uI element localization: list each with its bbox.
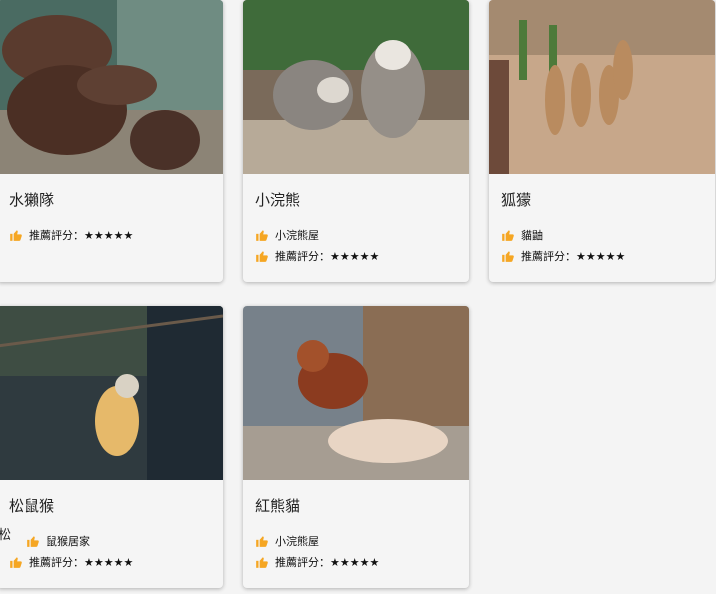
location-label: 小浣熊屋 bbox=[275, 534, 319, 548]
overflow-text: 松 bbox=[0, 528, 12, 543]
thumbs-up-icon bbox=[501, 249, 515, 263]
red-panda-photo[interactable] bbox=[243, 306, 469, 480]
squirrel-monkey-photo[interactable] bbox=[0, 306, 223, 480]
thumbs-up-icon bbox=[255, 534, 269, 548]
location-row: 貓鼬 bbox=[501, 224, 715, 245]
rating-label: 推薦評分：★★★★★ bbox=[275, 249, 380, 263]
thumbs-up-icon bbox=[501, 228, 515, 242]
otters-photo[interactable] bbox=[0, 0, 223, 174]
rating-label: 推薦評分：★★★★★ bbox=[29, 555, 134, 569]
rating-row: 推薦評分：★★★★★ bbox=[9, 224, 223, 245]
thumbs-up-icon bbox=[255, 249, 269, 263]
card-otters[interactable]: 水獺隊 推薦評分：★★★★★ bbox=[0, 0, 223, 282]
raccoon-photo[interactable] bbox=[243, 0, 469, 174]
card-red-panda[interactable]: 紅熊貓 小浣熊屋 推薦評分：★★★★★ bbox=[243, 306, 469, 588]
location-row: 鼠猴居家 bbox=[9, 530, 223, 551]
rating-label: 推薦評分：★★★★★ bbox=[275, 555, 380, 569]
thumbs-up-icon bbox=[9, 228, 23, 242]
card-squirrel-monkey[interactable]: 松鼠猴 鼠猴居家 推薦評分：★★★★★ bbox=[0, 306, 223, 588]
rating-row: 推薦評分：★★★★★ bbox=[9, 551, 223, 572]
card-title: 紅熊貓 bbox=[255, 497, 301, 515]
location-label: 鼠猴居家 bbox=[46, 534, 90, 548]
location-label: 貓鼬 bbox=[521, 228, 543, 242]
location-row: 小浣熊屋 bbox=[255, 530, 469, 551]
rating-label: 推薦評分：★★★★★ bbox=[29, 228, 134, 242]
location-label: 小浣熊屋 bbox=[275, 228, 319, 242]
rating-row: 推薦評分：★★★★★ bbox=[501, 245, 715, 266]
thumbs-up-icon bbox=[255, 228, 269, 242]
card-title: 松鼠猴 bbox=[9, 497, 55, 515]
thumbs-up-icon bbox=[26, 534, 40, 548]
card-title: 小浣熊 bbox=[255, 191, 301, 209]
thumbs-up-icon bbox=[255, 555, 269, 569]
rating-label: 推薦評分：★★★★★ bbox=[521, 249, 626, 263]
card-title: 狐獴 bbox=[501, 191, 532, 209]
rating-row: 推薦評分：★★★★★ bbox=[255, 245, 469, 266]
card-meerkat[interactable]: 狐獴 貓鼬 推薦評分：★★★★★ bbox=[489, 0, 715, 282]
rating-row: 推薦評分：★★★★★ bbox=[255, 551, 469, 572]
meerkat-photo[interactable] bbox=[489, 0, 715, 174]
location-row: 小浣熊屋 bbox=[255, 224, 469, 245]
card-title: 水獺隊 bbox=[9, 191, 55, 209]
thumbs-up-icon bbox=[9, 555, 23, 569]
card-raccoon[interactable]: 小浣熊 小浣熊屋 推薦評分：★★★★★ bbox=[243, 0, 469, 282]
